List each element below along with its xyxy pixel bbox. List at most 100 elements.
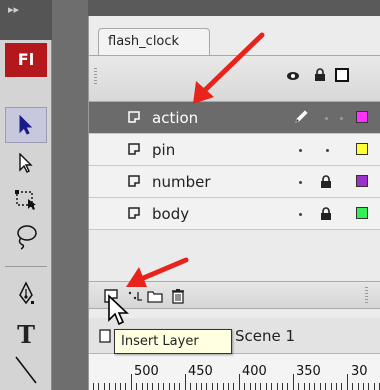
outline-icon[interactable] (335, 68, 349, 82)
lasso-icon (17, 225, 37, 250)
subselection-tool[interactable] (5, 145, 47, 181)
ruler-tick (147, 383, 148, 390)
lock-dot[interactable] (326, 149, 329, 152)
trash-icon[interactable] (171, 288, 185, 304)
ruler-tick (238, 374, 240, 390)
ruler-tick (222, 383, 224, 390)
layer-row-pin[interactable]: pin (89, 134, 380, 166)
panel-titlebar[interactable] (88, 0, 380, 16)
ruler-tick (130, 374, 132, 390)
free-transform-tool[interactable] (5, 182, 47, 218)
visibility-dot[interactable] (325, 117, 328, 120)
ruler-label: 400 (242, 364, 267, 379)
ruler-tick (211, 383, 213, 390)
ruler-tick (120, 383, 121, 390)
ruler-tick (174, 383, 175, 390)
lock-icon[interactable] (314, 68, 326, 82)
ruler-tick (98, 383, 100, 390)
ruler-label: 30 (351, 364, 368, 379)
line-tool[interactable] (5, 352, 47, 388)
free-transform-icon (15, 190, 36, 210)
layer-color-swatch[interactable] (356, 207, 368, 219)
motion-guide-icon[interactable] (127, 289, 143, 303)
ruler-tick (292, 374, 294, 390)
ruler-tick (319, 383, 321, 390)
ruler-tick (152, 383, 154, 390)
visibility-dot[interactable] (299, 149, 302, 152)
layer-color-swatch[interactable] (356, 111, 368, 123)
ruler-tick (141, 383, 143, 390)
tooltip-insert-layer: Insert Layer (114, 329, 232, 354)
pen-icon (19, 281, 34, 305)
layer-row-action[interactable]: action (89, 102, 380, 134)
ruler-tick (201, 383, 202, 390)
ruler-tick (190, 383, 192, 390)
panel-grip[interactable] (94, 68, 97, 86)
white-arrow-icon (19, 153, 33, 173)
visibility-dot[interactable] (299, 181, 302, 184)
ruler-tick (368, 383, 370, 390)
arrow-icon (19, 115, 33, 135)
timeline-header (89, 55, 380, 102)
layer-row-number[interactable]: number (89, 166, 380, 198)
ruler-tick (309, 383, 310, 390)
ruler-tick (136, 383, 138, 390)
layer-list: action pin number body (89, 102, 380, 230)
layer-name: body (152, 205, 190, 223)
ruler-tick (228, 383, 229, 390)
lock-icon[interactable] (320, 207, 332, 221)
ruler-tick (184, 374, 186, 390)
ruler-tick (255, 383, 256, 390)
ruler-tick (287, 383, 289, 390)
text-icon: T (17, 319, 35, 349)
ruler-tick (217, 383, 219, 390)
scene-icon (99, 329, 111, 343)
layer-color-swatch[interactable] (356, 175, 368, 187)
ruler-tick (114, 383, 116, 390)
ruler-tick (346, 374, 348, 390)
timeline-bottom-bar (89, 281, 380, 309)
ruler-tick (303, 383, 305, 390)
ruler-tick (195, 383, 197, 390)
document-tab[interactable]: flash_clock (98, 28, 210, 55)
ruler-tick (314, 383, 316, 390)
layer-name: pin (152, 141, 176, 159)
layer-page-icon (128, 207, 140, 219)
panel-resize-grip[interactable] (365, 287, 368, 305)
lock-dot[interactable] (340, 117, 343, 120)
ruler-tick (357, 383, 359, 390)
ruler-tick (330, 383, 332, 390)
text-tool[interactable]: T (5, 316, 47, 352)
lasso-tool[interactable] (5, 219, 47, 255)
layer-color-swatch[interactable] (356, 143, 368, 155)
eye-icon[interactable] (286, 70, 300, 82)
new-folder-icon[interactable] (147, 289, 163, 303)
collapse-arrows-icon[interactable]: ▸▸ (8, 3, 19, 16)
ruler-label: 350 (296, 364, 321, 379)
ruler-tick (336, 383, 337, 390)
ruler-label: 500 (134, 364, 159, 379)
lock-icon[interactable] (320, 175, 332, 189)
tools-separator (5, 266, 47, 267)
ruler-tick (179, 383, 181, 390)
ruler-tick (265, 383, 267, 390)
ruler-tick (260, 383, 262, 390)
scene-label[interactable]: Scene 1 (235, 327, 295, 345)
ruler-tick (163, 383, 165, 390)
ruler-tick (298, 383, 300, 390)
ruler-tick (282, 383, 283, 390)
layer-name: action (152, 109, 199, 127)
visibility-dot[interactable] (299, 213, 302, 216)
ruler-tick (125, 383, 127, 390)
timeline-ruler[interactable]: 500 450 400 350 30 (89, 354, 380, 390)
selection-tool[interactable] (5, 107, 47, 143)
ruler-tick (325, 383, 327, 390)
layer-row-body[interactable]: body (89, 198, 380, 230)
tools-panel-grip[interactable]: ▸▸ (0, 0, 52, 40)
ruler-tick (276, 383, 278, 390)
line-icon (15, 356, 37, 384)
layer-page-icon (128, 111, 140, 123)
ruler-tick (93, 383, 94, 390)
pen-tool[interactable] (5, 276, 47, 312)
layer-page-icon (128, 143, 140, 155)
